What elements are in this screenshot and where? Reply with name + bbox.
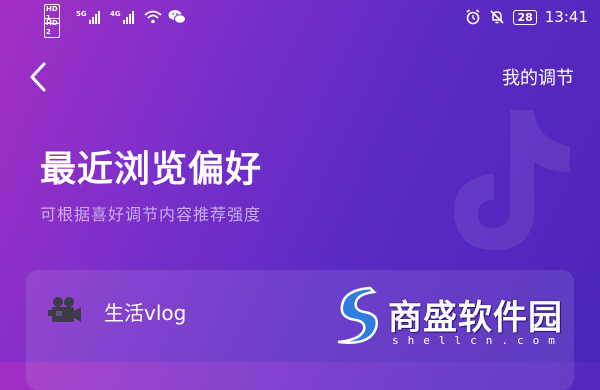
tiktok-logo-icon — [453, 110, 570, 250]
brand-name: 商盛软件园 — [388, 298, 563, 338]
preference-label: 生活vlog — [104, 300, 187, 325]
my-adjustments-link[interactable]: 我的调节 — [502, 64, 574, 90]
sim2-indicator: HD 2 — [44, 18, 62, 38]
chevron-left-icon — [30, 62, 46, 92]
wifi-icon — [144, 10, 162, 24]
camera-icon — [48, 297, 81, 322]
site-watermark: 商盛软件园 shellcn.com — [330, 284, 590, 354]
alarm-icon — [466, 9, 480, 25]
back-button[interactable] — [26, 60, 54, 94]
net2-label: 4G — [110, 10, 121, 18]
sim2-label: HD 2 — [44, 18, 60, 38]
brand-url: shellcn.com — [392, 334, 564, 347]
signal-4g-icon: 4G — [110, 10, 134, 24]
page-subtitle: 可根据喜好调节内容推荐强度 — [40, 205, 262, 224]
signal-5g-icon: 5G — [76, 10, 100, 24]
wechat-icon — [168, 10, 186, 24]
clock: 13:41 — [544, 8, 588, 26]
brand-logo-icon — [337, 286, 378, 344]
mute-bell-icon — [490, 10, 505, 24]
preference-item[interactable]: 生活vlog — [48, 296, 186, 326]
battery-level: 28 — [513, 9, 537, 25]
page-title: 最近浏览偏好 — [40, 149, 263, 190]
net1-label: 5G — [76, 10, 87, 18]
status-bar: HD 1 HD 2 5G 4G 28 13:41 — [0, 0, 600, 38]
status-bar-right: 28 13:41 — [465, 8, 588, 26]
